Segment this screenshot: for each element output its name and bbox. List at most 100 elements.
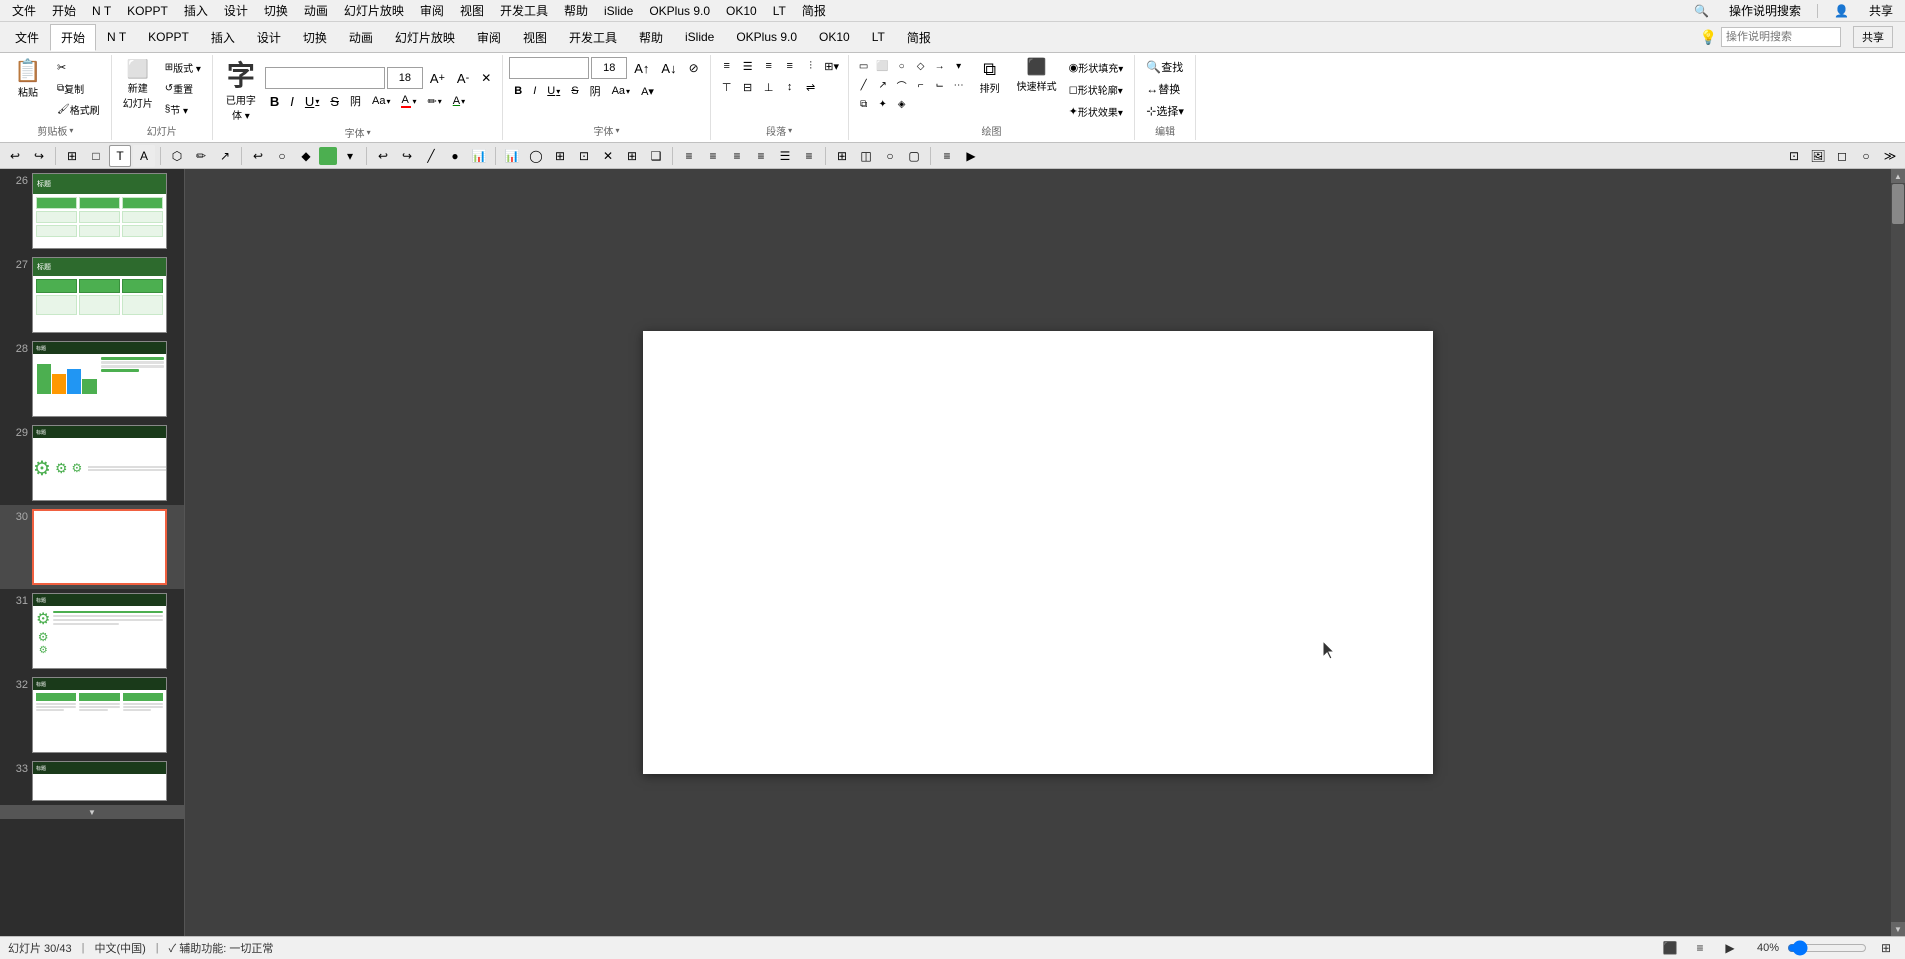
- copy-button[interactable]: ⧉ 复制: [52, 78, 105, 98]
- reset-button[interactable]: ↺ 重置: [160, 78, 206, 98]
- tb2-eq4-btn[interactable]: ≡: [750, 145, 772, 167]
- view-normal-btn[interactable]: ⬛: [1659, 937, 1681, 959]
- menu-review[interactable]: 审阅: [412, 0, 452, 21]
- tb2-table-btn[interactable]: ⊞: [549, 145, 571, 167]
- font2-name-input[interactable]: [509, 57, 589, 79]
- lightbulb-icon[interactable]: 💡: [1700, 29, 1717, 46]
- valign-mid-button[interactable]: ⊟: [738, 78, 758, 96]
- tb2-colorpick-btn[interactable]: ◆: [295, 145, 317, 167]
- canvas-area[interactable]: [185, 169, 1891, 936]
- font-name-input[interactable]: [265, 67, 385, 89]
- zoom-fit-btn[interactable]: ⊞: [1875, 937, 1897, 959]
- col-settings-button[interactable]: ⊞▾: [822, 57, 842, 75]
- slide-thumb-26[interactable]: 标题: [32, 173, 167, 249]
- font-shrink-button[interactable]: A-: [452, 68, 474, 88]
- tb2-align-btn[interactable]: ⬡: [166, 145, 188, 167]
- menu-view[interactable]: 视图: [452, 0, 492, 21]
- paste-button[interactable]: 📋 粘贴: [6, 57, 50, 102]
- tab-jianbao[interactable]: 简报: [896, 24, 942, 51]
- slide-thumb-31[interactable]: 标题 ⚙ ⚙ ⚙: [32, 593, 167, 669]
- tb2-split-btn[interactable]: ◫: [855, 145, 877, 167]
- user-icon[interactable]: 👤: [1826, 2, 1857, 20]
- menu-insert[interactable]: 插入: [176, 0, 216, 21]
- slide-thumb-33[interactable]: 标题: [32, 761, 167, 801]
- tb2-close-btn[interactable]: ✕: [597, 145, 619, 167]
- search-icon[interactable]: 🔍: [1686, 2, 1717, 20]
- find-button[interactable]: 🔍 查找: [1141, 57, 1188, 77]
- tb2-ellipse-btn[interactable]: ○: [1855, 145, 1877, 167]
- font2-italic-button[interactable]: I: [528, 81, 541, 101]
- search-input[interactable]: [1721, 27, 1841, 47]
- slide-item-33[interactable]: 33 标题: [0, 757, 184, 805]
- tb2-pencil-btn[interactable]: ✏: [190, 145, 212, 167]
- arrange-button[interactable]: ⧉ 排列: [970, 57, 1010, 98]
- clipboard-expand-icon[interactable]: ▾: [69, 126, 73, 135]
- justify-button[interactable]: ≡: [780, 57, 800, 75]
- font-color-button[interactable]: A ▾: [396, 91, 421, 111]
- tb2-image-btn[interactable]: 🖼: [1807, 145, 1829, 167]
- replace-button[interactable]: ↔ 替换: [1141, 79, 1185, 99]
- scroll-track[interactable]: [1891, 183, 1905, 922]
- view-outline-btn[interactable]: ≡: [1689, 937, 1711, 959]
- tb2-text-btn[interactable]: T: [109, 145, 131, 167]
- slide-item-28[interactable]: 28 标题: [0, 337, 184, 421]
- tb2-smart-btn[interactable]: ⊡: [573, 145, 595, 167]
- tb2-grid-btn[interactable]: ⊞: [61, 145, 83, 167]
- slide-item-27[interactable]: 27 标题: [0, 253, 184, 337]
- font2-clear-button[interactable]: ⊘: [684, 58, 704, 78]
- tab-lt[interactable]: LT: [861, 25, 896, 49]
- tab-view[interactable]: 视图: [512, 24, 558, 51]
- tb2-hamburger-btn[interactable]: ☰: [774, 145, 796, 167]
- font-size-input[interactable]: [387, 67, 423, 89]
- slide-item-31[interactable]: 31 标题 ⚙ ⚙ ⚙: [0, 589, 184, 673]
- scroll-down-button[interactable]: ▼: [1891, 922, 1905, 936]
- slide-thumb-28[interactable]: 标题: [32, 341, 167, 417]
- slide-item-26[interactable]: 26 标题: [0, 169, 184, 253]
- font-main-button[interactable]: 字 已用字体 ▾: [219, 57, 263, 121]
- underline-button[interactable]: U▾: [300, 91, 324, 111]
- tb2-box-btn[interactable]: □: [85, 145, 107, 167]
- shape-curve-btn[interactable]: ⌒: [893, 76, 911, 94]
- tb2-chart-btn[interactable]: 📊: [501, 145, 523, 167]
- font2-shadow-button[interactable]: 阴: [585, 81, 606, 101]
- tb2-more-btn[interactable]: ≫: [1879, 145, 1901, 167]
- font-grow-button[interactable]: A+: [425, 68, 450, 88]
- tab-islide[interactable]: iSlide: [674, 25, 725, 49]
- tab-nt[interactable]: N T: [96, 25, 137, 49]
- tb2-lines-btn[interactable]: ≡: [798, 145, 820, 167]
- shape-more2-btn[interactable]: ⋯: [950, 76, 968, 94]
- select-button[interactable]: ⊹ 选择▾: [1141, 101, 1189, 121]
- tb2-redo-btn[interactable]: ↪: [28, 145, 50, 167]
- menu-home[interactable]: 开始: [44, 0, 84, 21]
- tb2-circle2-btn[interactable]: ○: [879, 145, 901, 167]
- slide-item-32[interactable]: 32 标题: [0, 673, 184, 757]
- menu-share[interactable]: 共享: [1861, 0, 1901, 21]
- scroll-up-button[interactable]: ▲: [1891, 169, 1905, 183]
- tb2-eq3-btn[interactable]: ≡: [726, 145, 748, 167]
- slide-item-29[interactable]: 29 标题 ⚙ ⚙ ⚙: [0, 421, 184, 505]
- tb2-arrow-btn[interactable]: ↗: [214, 145, 236, 167]
- slide-thumb-27[interactable]: 标题: [32, 257, 167, 333]
- shape-diamond-btn[interactable]: ◇: [912, 57, 930, 75]
- tab-animations[interactable]: 动画: [338, 24, 384, 51]
- tb2-zoom-btn[interactable]: ≡: [936, 145, 958, 167]
- shape-arrange-btn[interactable]: ⧉: [855, 95, 873, 113]
- clear-format-button[interactable]: ✕: [476, 68, 496, 88]
- tab-transitions[interactable]: 切换: [292, 24, 338, 51]
- strikethrough-button[interactable]: S: [325, 91, 344, 111]
- shape-outline-button[interactable]: ◻ 形状轮廓▾: [1064, 79, 1129, 99]
- format-paint-button[interactable]: 🖌 格式刷: [52, 99, 105, 119]
- bold-button[interactable]: B: [265, 91, 284, 111]
- tb2-frame-btn[interactable]: ❑: [645, 145, 667, 167]
- scroll-down-arrow[interactable]: ▼: [0, 805, 184, 819]
- tb2-green-btn[interactable]: [319, 147, 337, 165]
- tab-okplus[interactable]: OKPlus 9.0: [725, 25, 808, 49]
- shape-circle-btn[interactable]: ○: [893, 57, 911, 75]
- valign-bot-button[interactable]: ⊥: [759, 78, 779, 96]
- scroll-thumb[interactable]: [1892, 184, 1904, 224]
- shape-fill-button[interactable]: ◉ 形状填充▾: [1064, 57, 1129, 77]
- tab-koppt[interactable]: KOPPT: [137, 25, 200, 49]
- slide-thumb-30[interactable]: [32, 509, 167, 585]
- tb2-textbox-btn[interactable]: A: [133, 145, 155, 167]
- menu-slideshow[interactable]: 幻灯片放映: [336, 0, 412, 21]
